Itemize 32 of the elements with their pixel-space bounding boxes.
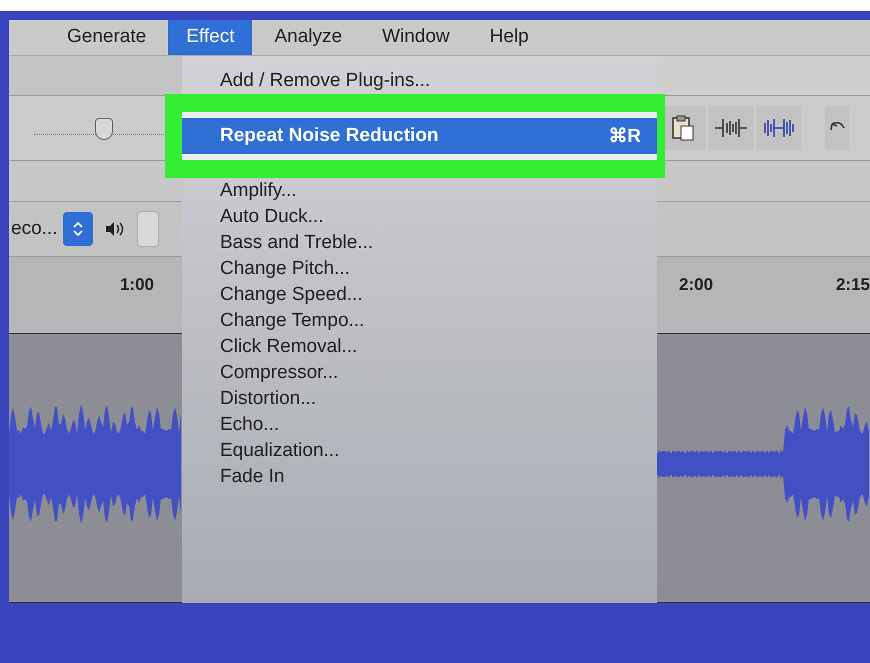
menu-item[interactable]: Compressor...	[182, 360, 657, 386]
menu-item[interactable]: Equalization...	[182, 438, 657, 464]
trim-icon[interactable]	[709, 106, 753, 150]
device-stepper[interactable]	[63, 212, 94, 246]
menu-item[interactable]: Distortion...	[182, 386, 657, 412]
menu-item[interactable]: Auto Duck...	[182, 204, 657, 230]
menu-item[interactable]: Click Removal...	[182, 334, 657, 360]
menu-item[interactable]: Add / Remove Plug-ins...	[182, 68, 657, 94]
menu-item[interactable]: Amplify...	[182, 178, 657, 204]
device-name: eco...	[11, 218, 58, 240]
speaker-icon	[105, 221, 126, 238]
time-label: 2:15	[836, 275, 870, 296]
menu-item[interactable]: Change Pitch...	[182, 256, 657, 282]
menu-item[interactable]: Echo...	[182, 412, 657, 438]
menu-title[interactable]: Window	[364, 20, 468, 55]
time-label: 1:00	[120, 275, 154, 296]
menu-item[interactable]: Repeat Noise Reduction ⌘R	[182, 118, 657, 154]
menu-item[interactable]: Change Tempo...	[182, 308, 657, 334]
up-down-chevron-icon	[72, 220, 84, 238]
time-label: 2:00	[679, 275, 714, 296]
menu-item[interactable]: Fade In	[182, 464, 657, 490]
menu-title[interactable]: Generate	[49, 20, 164, 55]
menu-title[interactable]: Analyze	[256, 20, 360, 55]
menu-item[interactable]: Bass and Treble...	[182, 230, 657, 256]
input-field[interactable]	[137, 211, 160, 248]
menu-title[interactable]: Effect	[168, 20, 252, 55]
menu-title[interactable]: Help	[472, 20, 547, 55]
silence-icon[interactable]	[757, 106, 801, 150]
shortcut-label: ⌘R	[608, 125, 641, 148]
undo-icon[interactable]	[825, 106, 849, 150]
slider-thumb[interactable]	[95, 118, 113, 140]
menu-item[interactable]: Change Speed...	[182, 282, 657, 308]
